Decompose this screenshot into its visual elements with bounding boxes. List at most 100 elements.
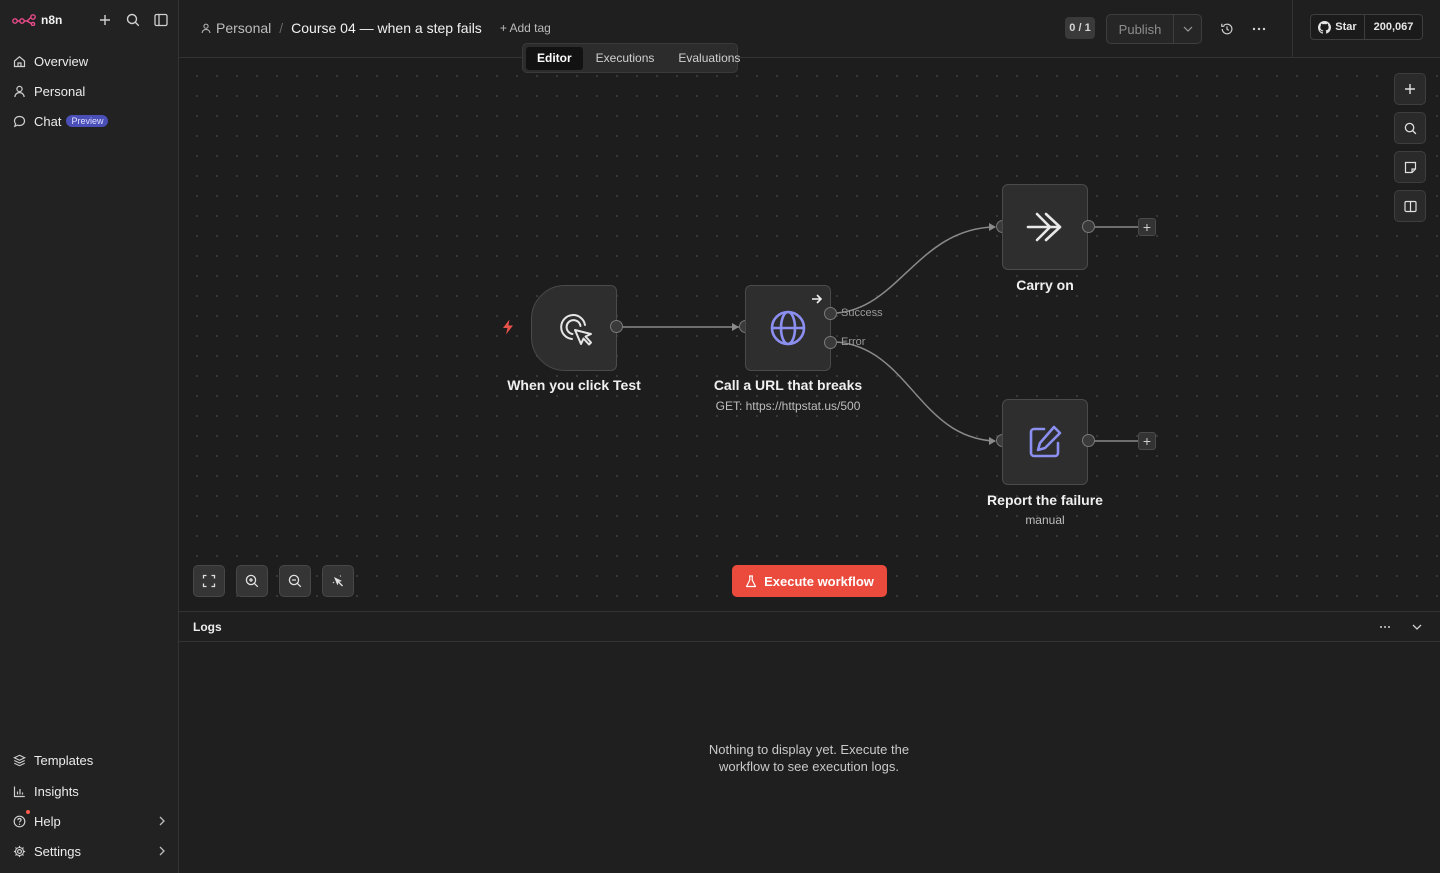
publish-dropdown-button[interactable]	[1173, 15, 1201, 43]
add-node-button[interactable]: +	[1138, 218, 1156, 236]
sidebar-item-help[interactable]: Help	[12, 810, 172, 832]
sticky-note-button[interactable]	[1394, 151, 1426, 183]
chevron-down-icon	[1412, 624, 1422, 630]
breadcrumb-separator: /	[279, 20, 284, 36]
logs-more-button[interactable]	[1376, 618, 1394, 636]
output-label-error: Error	[841, 336, 866, 348]
publish-button[interactable]: Publish	[1107, 15, 1173, 43]
github-star-label: Star	[1335, 21, 1357, 33]
breadcrumb-project-label: Personal	[216, 20, 272, 36]
add-node-button[interactable]	[1394, 73, 1426, 105]
sidebar-item-label: Overview	[34, 53, 89, 69]
logs-panel: Logs Nothing to display yet. Execute the…	[179, 611, 1440, 873]
version-badge[interactable]: 0 / 1	[1065, 17, 1095, 39]
header-divider	[1292, 0, 1293, 58]
app-logo[interactable]: n8n	[12, 13, 62, 27]
sidebar-item-chat[interactable]: Chat Preview	[12, 110, 172, 132]
github-star-count[interactable]: 200,067	[1365, 15, 1422, 39]
zoom-out-button[interactable]	[279, 565, 311, 597]
app-name: n8n	[41, 13, 63, 27]
edit-icon	[1029, 425, 1062, 458]
sidebar-item-templates[interactable]: Templates	[12, 749, 172, 771]
zoom-in-button[interactable]	[236, 565, 268, 597]
user-icon	[201, 23, 211, 33]
sidebar-item-insights[interactable]: Insights	[12, 780, 172, 802]
node-http-request[interactable]	[745, 285, 831, 371]
logs-header[interactable]: Logs	[179, 612, 1440, 642]
more-icon	[1380, 625, 1390, 628]
sidebar-toggle-icon	[154, 13, 168, 27]
fit-view-button[interactable]	[193, 565, 225, 597]
add-node-button[interactable]: +	[1138, 432, 1156, 450]
plus-icon	[100, 15, 110, 25]
node-subtitle: manual	[1025, 513, 1065, 527]
notification-dot	[26, 810, 30, 814]
github-star-button[interactable]: Star	[1311, 15, 1365, 39]
sidebar-item-settings[interactable]: Settings	[12, 840, 172, 862]
gear-icon	[12, 844, 26, 858]
chart-icon	[12, 784, 26, 798]
sidebar: n8n Overview Personal Chat Preview Templ…	[0, 0, 179, 873]
node-label: When you click Test	[507, 377, 641, 393]
execute-workflow-button[interactable]: Execute workflow	[732, 565, 887, 597]
sidebar-item-personal[interactable]: Personal	[12, 80, 172, 102]
sidebar-item-label: Templates	[34, 752, 94, 768]
view-tabs: Editor Executions Evaluations	[522, 43, 740, 73]
help-icon	[12, 814, 26, 828]
tab-evaluations[interactable]: Evaluations	[667, 47, 751, 70]
workflow-title[interactable]: Course 04 — when a step fails	[291, 20, 482, 36]
logs-title: Logs	[193, 619, 222, 634]
zoom-out-icon	[288, 574, 302, 588]
node-label: Call a URL that breaks	[713, 377, 863, 393]
chevron-right-icon	[158, 816, 166, 826]
toggle-panel-button[interactable]	[1394, 190, 1426, 222]
history-button[interactable]	[1218, 20, 1236, 38]
user-icon	[12, 84, 26, 98]
breadcrumb-project[interactable]: Personal	[201, 20, 271, 36]
preview-badge: Preview	[66, 115, 109, 127]
zoom-in-icon	[245, 574, 259, 588]
tidy-up-button[interactable]	[322, 565, 354, 597]
cursor-click-icon	[560, 314, 592, 346]
sticky-note-icon	[1404, 161, 1416, 173]
output-handle-success[interactable]	[824, 307, 837, 320]
search-icon	[126, 13, 140, 27]
chevron-down-icon	[1183, 26, 1192, 32]
history-icon	[1221, 23, 1233, 35]
logs-collapse-button[interactable]	[1408, 618, 1426, 636]
node-manual-trigger[interactable]	[531, 285, 617, 371]
output-handle[interactable]	[1082, 220, 1095, 233]
search-icon	[1404, 122, 1416, 134]
search-nodes-button[interactable]	[1394, 112, 1426, 144]
connection-arrow	[732, 323, 739, 331]
breadcrumb: Personal / Course 04 — when a step fails…	[201, 20, 551, 36]
github-star-widget: Star 200,067	[1310, 14, 1423, 40]
workflow-canvas[interactable]: When you click Test Success Error Call a…	[179, 58, 1440, 611]
logs-empty-message: Nothing to display yet. Execute the work…	[708, 742, 910, 774]
node-report-failure[interactable]	[1002, 399, 1088, 485]
tab-executions[interactable]: Executions	[585, 47, 666, 70]
chat-icon	[12, 114, 26, 128]
sidebar-item-label: Personal	[34, 83, 86, 99]
chevron-right-icon	[158, 846, 166, 856]
sidebar-item-label: Insights	[34, 783, 79, 799]
output-handle[interactable]	[610, 320, 623, 333]
sidebar-item-overview[interactable]: Overview	[12, 50, 172, 72]
templates-icon	[12, 753, 26, 767]
connection-success-to-carry-on[interactable]	[836, 226, 996, 314]
arrow-right-icon	[812, 294, 823, 304]
add-tag-button[interactable]: + Add tag	[500, 21, 551, 35]
output-handle-error[interactable]	[824, 336, 837, 349]
node-label: Report the failure	[987, 492, 1103, 508]
search-button[interactable]	[124, 11, 142, 29]
node-carry-on[interactable]	[1002, 184, 1088, 270]
more-options-button[interactable]	[1250, 20, 1268, 38]
fit-view-icon	[202, 574, 216, 588]
create-button[interactable]	[96, 11, 114, 29]
tab-editor[interactable]: Editor	[526, 46, 583, 70]
collapse-sidebar-button[interactable]	[152, 11, 170, 29]
output-handle[interactable]	[1082, 434, 1095, 447]
sidebar-item-label: Chat	[34, 113, 62, 129]
workflow-header: Personal / Course 04 — when a step fails…	[179, 0, 1440, 58]
plus-icon	[1405, 84, 1415, 94]
